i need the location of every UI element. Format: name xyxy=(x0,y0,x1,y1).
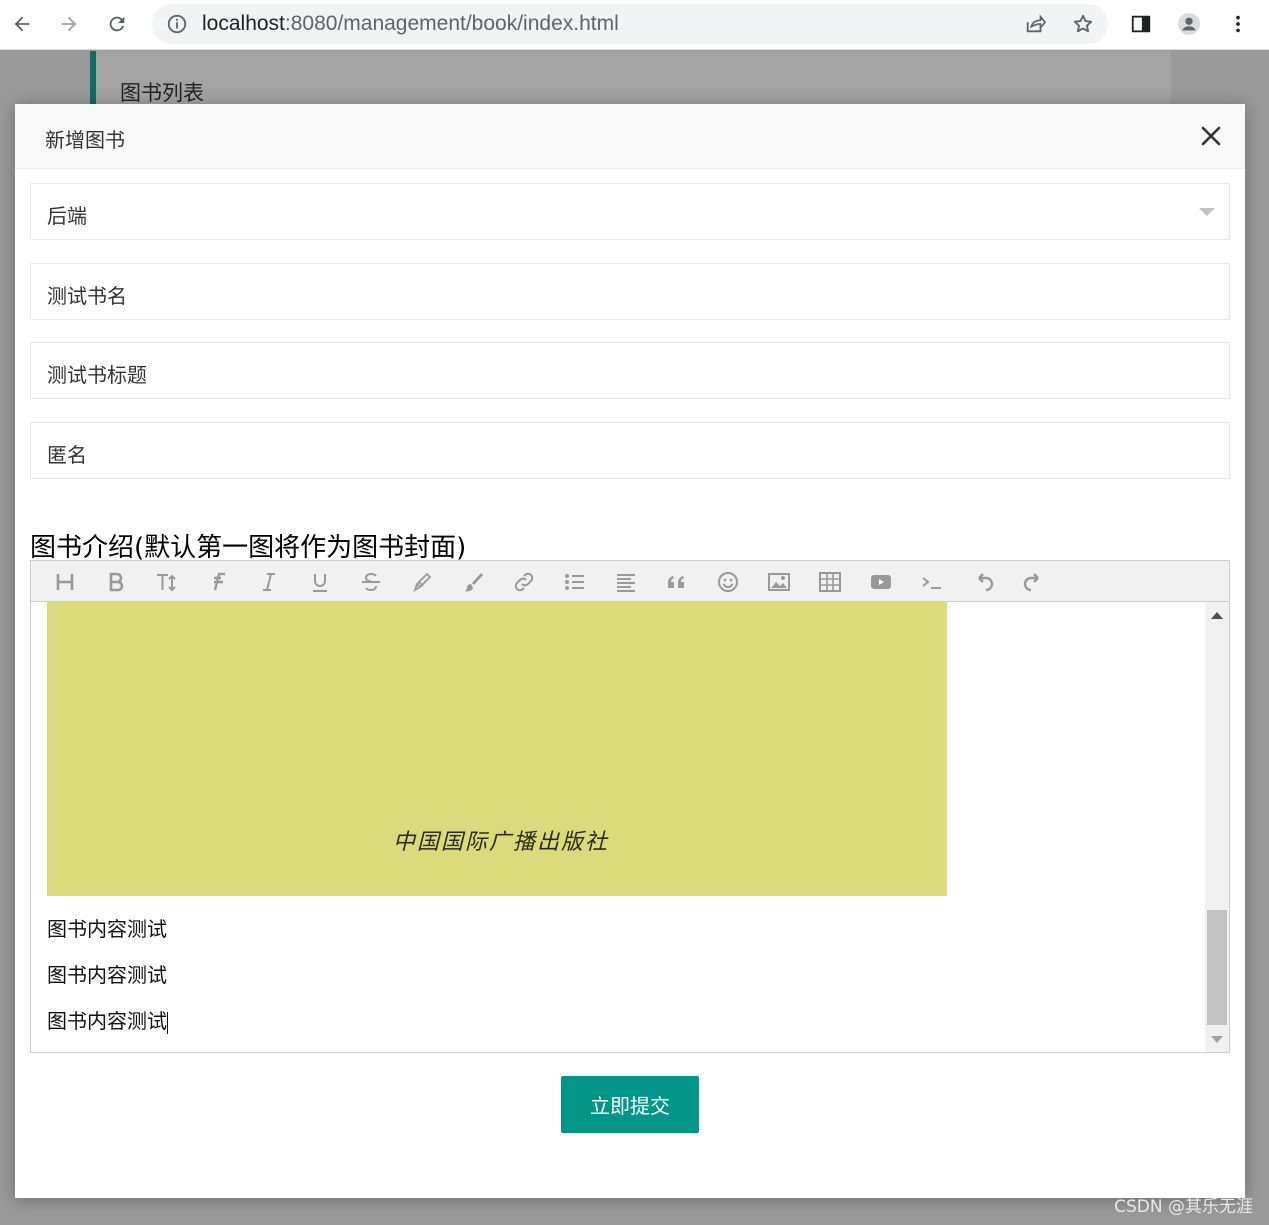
bookmark-star-icon[interactable] xyxy=(1072,13,1094,35)
panel-title: 图书列表 xyxy=(120,81,204,105)
arrow-right-icon xyxy=(61,16,77,32)
cover-publisher-text: 中国国际广播出版社 xyxy=(393,830,610,855)
content-paragraph-1: 图书内容测试 xyxy=(47,917,167,941)
reload-icon xyxy=(109,16,125,32)
submit-button[interactable]: 立即提交 xyxy=(561,1076,699,1133)
cover-image: 中国国际广播出版社 xyxy=(47,602,947,896)
italic-icon[interactable] xyxy=(255,568,283,596)
back-button[interactable] xyxy=(5,7,39,41)
text-caret xyxy=(167,1011,168,1034)
reload-button[interactable] xyxy=(100,7,134,41)
book-name-value: 测试书名 xyxy=(47,284,127,308)
align-icon[interactable] xyxy=(612,568,640,596)
share-icon[interactable] xyxy=(1024,13,1046,35)
book-title-input[interactable]: 测试书标题 xyxy=(30,342,1230,399)
browser-toolbar: localhost:8080/management/book/index.htm… xyxy=(0,0,1269,50)
more-vertical-icon xyxy=(1236,15,1240,33)
side-panel-button[interactable] xyxy=(1124,7,1158,41)
font-family-icon[interactable] xyxy=(204,568,232,596)
heading-icon[interactable] xyxy=(51,568,79,596)
modal-title: 新增图书 xyxy=(45,128,125,152)
add-book-modal: 新增图书 后端 测试书名 测试书标题 匿名 图书介绍(默认第一图将作为图书封面) xyxy=(15,104,1245,1198)
info-icon[interactable] xyxy=(166,13,188,35)
list-icon[interactable] xyxy=(561,568,589,596)
watermark: CSDN @其乐无涯 xyxy=(1114,1197,1253,1217)
undo-icon[interactable] xyxy=(969,568,997,596)
browser-menu-button[interactable] xyxy=(1221,7,1255,41)
text-color-icon[interactable] xyxy=(408,568,436,596)
forward-button[interactable] xyxy=(52,7,86,41)
author-value: 匿名 xyxy=(47,443,87,467)
bold-icon[interactable] xyxy=(102,568,130,596)
profile-button[interactable] xyxy=(1172,7,1206,41)
scroll-up-arrow-icon[interactable] xyxy=(1211,612,1223,619)
intro-label: 图书介绍(默认第一图将作为图书封面) xyxy=(30,533,467,563)
quote-icon[interactable] xyxy=(663,568,691,596)
strikethrough-icon[interactable] xyxy=(357,568,385,596)
editor-toolbar xyxy=(30,560,1230,602)
background-color-icon[interactable] xyxy=(459,568,487,596)
content-paragraph-2: 图书内容测试 xyxy=(47,963,167,987)
image-icon[interactable] xyxy=(765,568,793,596)
arrow-left-icon xyxy=(14,16,30,32)
link-icon[interactable] xyxy=(510,568,538,596)
avatar-icon xyxy=(1178,13,1200,35)
table-icon[interactable] xyxy=(816,568,844,596)
side-panel-icon xyxy=(1131,15,1151,33)
author-input[interactable]: 匿名 xyxy=(30,422,1230,479)
close-icon[interactable] xyxy=(1199,124,1223,148)
category-select[interactable]: 后端 xyxy=(30,183,1230,240)
underline-icon[interactable] xyxy=(306,568,334,596)
editor-scrollbar[interactable] xyxy=(1205,602,1229,1052)
font-size-icon[interactable] xyxy=(153,568,181,596)
category-value: 后端 xyxy=(47,204,87,228)
redo-icon[interactable] xyxy=(1020,568,1048,596)
scroll-down-arrow-icon[interactable] xyxy=(1211,1036,1223,1043)
chevron-down-icon xyxy=(1199,208,1215,216)
book-name-input[interactable]: 测试书名 xyxy=(30,263,1230,320)
video-icon[interactable] xyxy=(867,568,895,596)
scrollbar-thumb[interactable] xyxy=(1207,910,1227,1025)
book-title-value: 测试书标题 xyxy=(47,363,147,387)
modal-header: 新增图书 xyxy=(15,104,1245,169)
code-icon[interactable] xyxy=(918,568,946,596)
rich-text-editor[interactable]: 中国国际广播出版社 图书内容测试 图书内容测试 图书内容测试 xyxy=(30,602,1230,1053)
url-text: localhost:8080/management/book/index.htm… xyxy=(202,12,619,35)
content-paragraph-3: 图书内容测试 xyxy=(47,1009,168,1034)
book-list-panel: 图书列表 xyxy=(90,51,1171,111)
address-bar[interactable]: localhost:8080/management/book/index.htm… xyxy=(152,4,1108,44)
emoticon-icon[interactable] xyxy=(714,568,742,596)
